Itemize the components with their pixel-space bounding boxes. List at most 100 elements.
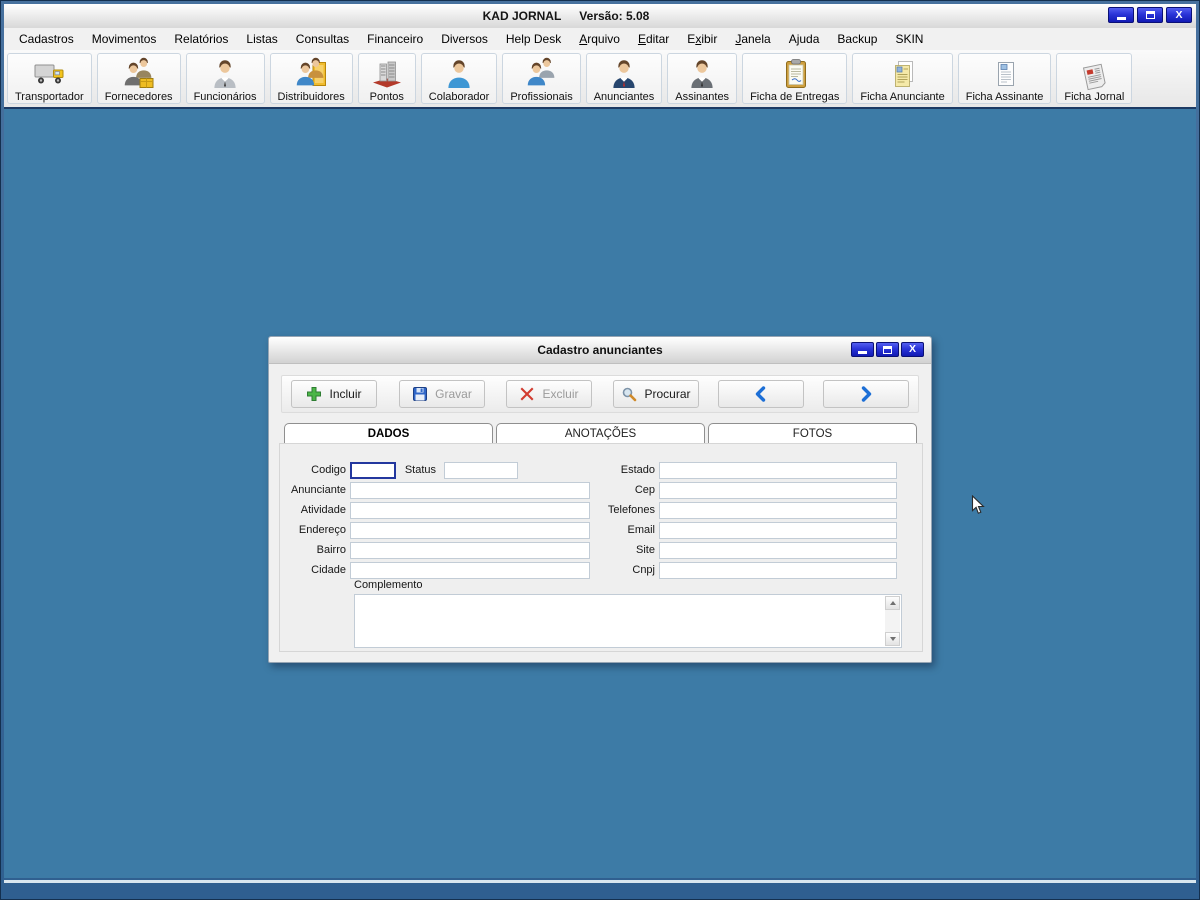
menu-item-consultas[interactable]: Consultas [287, 29, 358, 49]
dialog-tab-content: Complemento Codigo Status Anunciante Ativid… [279, 443, 923, 652]
collaborator-person-icon [442, 57, 476, 91]
toolbar-button-anunciantes[interactable]: Anunciantes [585, 53, 663, 104]
previous-record-button[interactable] [718, 380, 804, 408]
menu-bar: Cadastros Movimentos Relatórios Listas Consu… [4, 28, 1196, 50]
menu-item-listas[interactable]: Listas [237, 29, 286, 49]
endereco-label: Endereço [298, 524, 346, 536]
menu-item-backup[interactable]: Backup [828, 29, 886, 49]
toolbar-button-transportador[interactable]: Transportador [7, 53, 92, 104]
toolbar-button-pontos[interactable]: Pontos [357, 53, 416, 104]
menu-item-janela[interactable]: Janela [726, 29, 779, 49]
menu-item-skin[interactable]: SKIN [886, 29, 932, 49]
professionals-people-icon [525, 57, 559, 91]
toolbar-button-distribuidores[interactable]: Distribuidores [269, 53, 353, 104]
clipboard-icon [778, 57, 812, 91]
scroll-down-icon[interactable] [885, 632, 900, 646]
menu-item-help-desk[interactable]: Help Desk [497, 29, 570, 49]
plus-icon [306, 386, 322, 402]
toolbar-button-ficha-jornal[interactable]: Ficha Jornal [1056, 53, 1133, 104]
dialog-minimize-button[interactable] [851, 342, 874, 357]
form-row: Site [579, 541, 902, 559]
button-label: Procurar [644, 387, 691, 401]
form-row: Estado [579, 461, 902, 479]
menu-item-arquivo[interactable]: Arquivo [570, 29, 629, 49]
close-button[interactable]: X [1166, 7, 1192, 23]
email-field[interactable] [659, 521, 897, 539]
button-label: Excluir [542, 387, 579, 401]
tab-fotos[interactable]: FOTOS [708, 423, 917, 443]
complemento-scrollbar[interactable] [885, 596, 900, 646]
toolbar-button-label: Ficha de Entregas [750, 91, 840, 103]
cnpj-field[interactable] [659, 561, 897, 579]
menu-item-relatorios[interactable]: Relatórios [165, 29, 237, 49]
menu-item-ajuda[interactable]: Ajuda [780, 29, 829, 49]
cidade-field[interactable] [350, 561, 590, 579]
save-icon [412, 386, 428, 402]
chevron-left-icon [753, 386, 769, 402]
site-field[interactable] [659, 541, 897, 559]
toolbar-button-label: Pontos [369, 91, 404, 103]
menu-item-editar[interactable]: Editar [629, 29, 678, 49]
complemento-textarea[interactable] [354, 594, 902, 648]
codigo-field[interactable] [350, 461, 396, 479]
bairro-field[interactable] [350, 541, 590, 559]
maximize-button[interactable] [1137, 7, 1163, 23]
menu-item-cadastros[interactable]: Cadastros [10, 29, 83, 49]
procurar-button[interactable]: Procurar [613, 380, 699, 408]
cidade-label: Cidade [311, 564, 346, 576]
status-select[interactable] [444, 461, 518, 479]
cep-field[interactable] [659, 481, 897, 499]
dialog-titlebar[interactable]: Cadastro anunciantes [269, 337, 931, 364]
toolbar-button-assinantes[interactable]: Assinantes [667, 53, 738, 104]
toolbar-button-funcionarios[interactable]: Funcionários [185, 53, 265, 104]
form-row: Atividade [280, 501, 594, 519]
menu-item-financeiro[interactable]: Financeiro [358, 29, 432, 49]
tab-anotacoes[interactable]: ANOTAÇÕES [496, 423, 705, 443]
complemento-label: Complemento [354, 579, 423, 591]
newspaper-icon [1077, 57, 1111, 91]
estado-label: Estado [620, 464, 655, 476]
anunciante-field[interactable] [350, 481, 590, 499]
incluir-button[interactable]: Incluir [291, 380, 377, 408]
employee-person-icon [208, 57, 242, 91]
form-row: Bairro [280, 541, 594, 559]
atividade-label: Atividade [300, 504, 346, 516]
estado-field[interactable] [659, 461, 897, 479]
cep-label: Cep [634, 484, 655, 496]
toolbar-button-label: Fornecedores [104, 91, 173, 103]
form-row: Email [579, 521, 902, 539]
menu-item-exibir[interactable]: Exibir [678, 29, 726, 49]
atividade-field[interactable] [350, 501, 590, 519]
toolbar-button-colaborador[interactable]: Colaborador [420, 53, 498, 104]
toolbar-button-ficha-de-entregas[interactable]: Ficha de Entregas [742, 53, 848, 104]
status-label: Status [404, 464, 436, 476]
toolbar-button-label: Anunciantes [593, 91, 655, 103]
next-record-button[interactable] [823, 380, 909, 408]
telefones-field[interactable] [659, 501, 897, 519]
toolbar-button-ficha-anunciante[interactable]: Ficha Anunciante [852, 53, 953, 104]
app-titlebar: KAD JORNAL Versão: 5.08 [4, 4, 1196, 29]
menu-item-diversos[interactable]: Diversos [432, 29, 497, 49]
scroll-up-icon[interactable] [885, 596, 900, 610]
distributors-people-icon [294, 57, 328, 91]
toolbar-button-fornecedores[interactable]: Fornecedores [96, 53, 181, 104]
dialog-tabs: DADOS ANOTAÇÕES FOTOS [284, 423, 917, 443]
form-row: Endereço [280, 521, 594, 539]
toolbar-button-ficha-assinante[interactable]: Ficha Assinante [957, 53, 1052, 104]
building-icon [370, 57, 404, 91]
dialog-close-button[interactable]: X [901, 342, 924, 357]
toolbar-button-profissionais[interactable]: Profissionais [502, 53, 581, 104]
form-row: Cep [579, 481, 902, 499]
form-row: Telefones [579, 501, 902, 519]
dialog-maximize-button[interactable] [876, 342, 899, 357]
close-icon: X [908, 343, 916, 356]
tab-dados[interactable]: DADOS [284, 423, 493, 443]
toolbar-button-label: Transportador [15, 91, 84, 103]
menu-item-movimentos[interactable]: Movimentos [83, 29, 166, 49]
email-label: Email [627, 524, 655, 536]
chevron-right-icon [858, 386, 874, 402]
window-controls: X [1108, 7, 1192, 23]
endereco-field[interactable] [350, 521, 590, 539]
maximize-icon [883, 345, 892, 354]
minimize-button[interactable] [1108, 7, 1134, 23]
